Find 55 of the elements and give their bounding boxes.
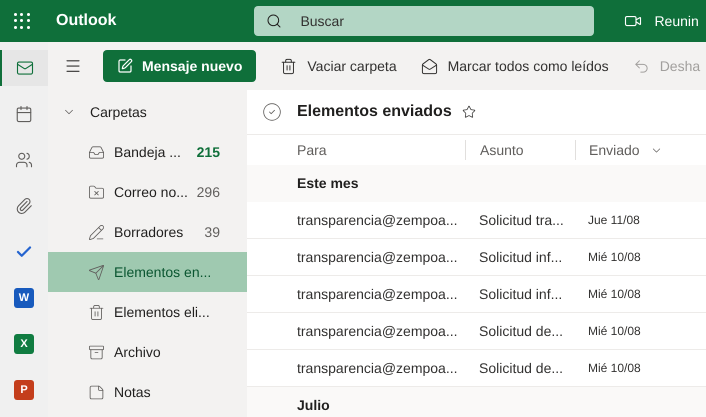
folder-name: Archivo bbox=[114, 342, 161, 362]
folder-name: Correo no... bbox=[114, 182, 188, 202]
unread-count: 296 bbox=[196, 182, 220, 202]
folder-item[interactable]: Notas bbox=[48, 372, 247, 412]
folder-name: Elementos eli... bbox=[114, 302, 210, 322]
app-rail-button[interactable]: W bbox=[0, 280, 48, 316]
subject: Solicitud inf... bbox=[479, 248, 564, 266]
recipient: transparencia@zempoa... bbox=[297, 358, 459, 378]
folders-header[interactable]: Carpetas bbox=[48, 92, 247, 132]
folder-name: Bandeja ... bbox=[114, 142, 181, 162]
new-message-button[interactable]: Mensaje nuevo bbox=[103, 50, 256, 82]
app-name: Outlook bbox=[56, 11, 116, 31]
group-header: Este mes bbox=[247, 165, 706, 202]
subject: Solicitud de... bbox=[479, 358, 564, 378]
recipient: transparencia@zempoa... bbox=[297, 210, 459, 230]
folder-item[interactable]: Borradores 39 bbox=[48, 212, 247, 252]
folder-name: Borradores bbox=[114, 222, 184, 242]
sent-date: Mié 10/08 bbox=[588, 286, 641, 303]
unread-count: 39 bbox=[204, 222, 220, 242]
recipient: transparencia@zempoa... bbox=[297, 248, 459, 267]
folder-title: Elementos enviados bbox=[297, 102, 452, 122]
column-header[interactable]: Asunto bbox=[465, 140, 575, 160]
message-row[interactable]: transparencia@zempoa... Solicitud inf... Mié 10/08 bbox=[247, 239, 706, 276]
message-row[interactable]: transparencia@zempoa... Solicitud de... Mié 10/08 bbox=[247, 313, 706, 350]
folder-name: Notas bbox=[114, 382, 151, 402]
sent-date: Mié 10/08 bbox=[588, 249, 641, 266]
column-header[interactable]: Enviado bbox=[575, 140, 663, 160]
app-rail-button[interactable]: X bbox=[0, 326, 48, 362]
toolbar-button[interactable]: Marcar todos como leídos bbox=[420, 56, 609, 76]
folder-item[interactable]: Elementos eli... bbox=[48, 292, 247, 332]
recipient: transparencia@zempoa... bbox=[297, 284, 459, 304]
unread-count: 215 bbox=[196, 142, 220, 162]
search-field[interactable]: Buscar bbox=[254, 6, 594, 36]
app-logo-icon: W bbox=[14, 288, 34, 308]
app-logo-icon: X bbox=[14, 334, 34, 354]
group-header: Julio bbox=[247, 387, 706, 417]
folder-item[interactable]: Bandeja ... 215 bbox=[48, 132, 247, 172]
message-row[interactable]: transparencia@zempoa... Solicitud inf... Mié 10/08 bbox=[247, 276, 706, 313]
sent-date: Mié 10/08 bbox=[588, 323, 641, 340]
sent-date: Mié 10/08 bbox=[588, 360, 641, 377]
folder-item[interactable]: Elementos en... bbox=[48, 252, 247, 292]
subject: Solicitud inf... bbox=[479, 284, 564, 304]
message-row[interactable]: transparencia@zempoa... Solicitud tra... Jue 11/08 bbox=[247, 202, 706, 239]
toolbar-button[interactable]: Vaciar carpeta bbox=[280, 56, 397, 76]
meeting-button[interactable]: Reunin bbox=[624, 10, 699, 32]
folder-item[interactable]: Correo no... 296 bbox=[48, 172, 247, 212]
app-logo-icon: P bbox=[14, 380, 34, 400]
sent-date: Jue 11/08 bbox=[588, 212, 640, 229]
folder-item[interactable]: Archivo bbox=[48, 332, 247, 372]
folder-name: Elementos en... bbox=[114, 262, 212, 282]
column-header[interactable]: Para bbox=[297, 140, 465, 160]
subject: Solicitud de... bbox=[479, 322, 564, 340]
subject: Solicitud tra... bbox=[479, 210, 565, 230]
recipient: transparencia@zempoa... bbox=[297, 322, 459, 341]
app-rail-button[interactable]: P bbox=[0, 372, 48, 408]
